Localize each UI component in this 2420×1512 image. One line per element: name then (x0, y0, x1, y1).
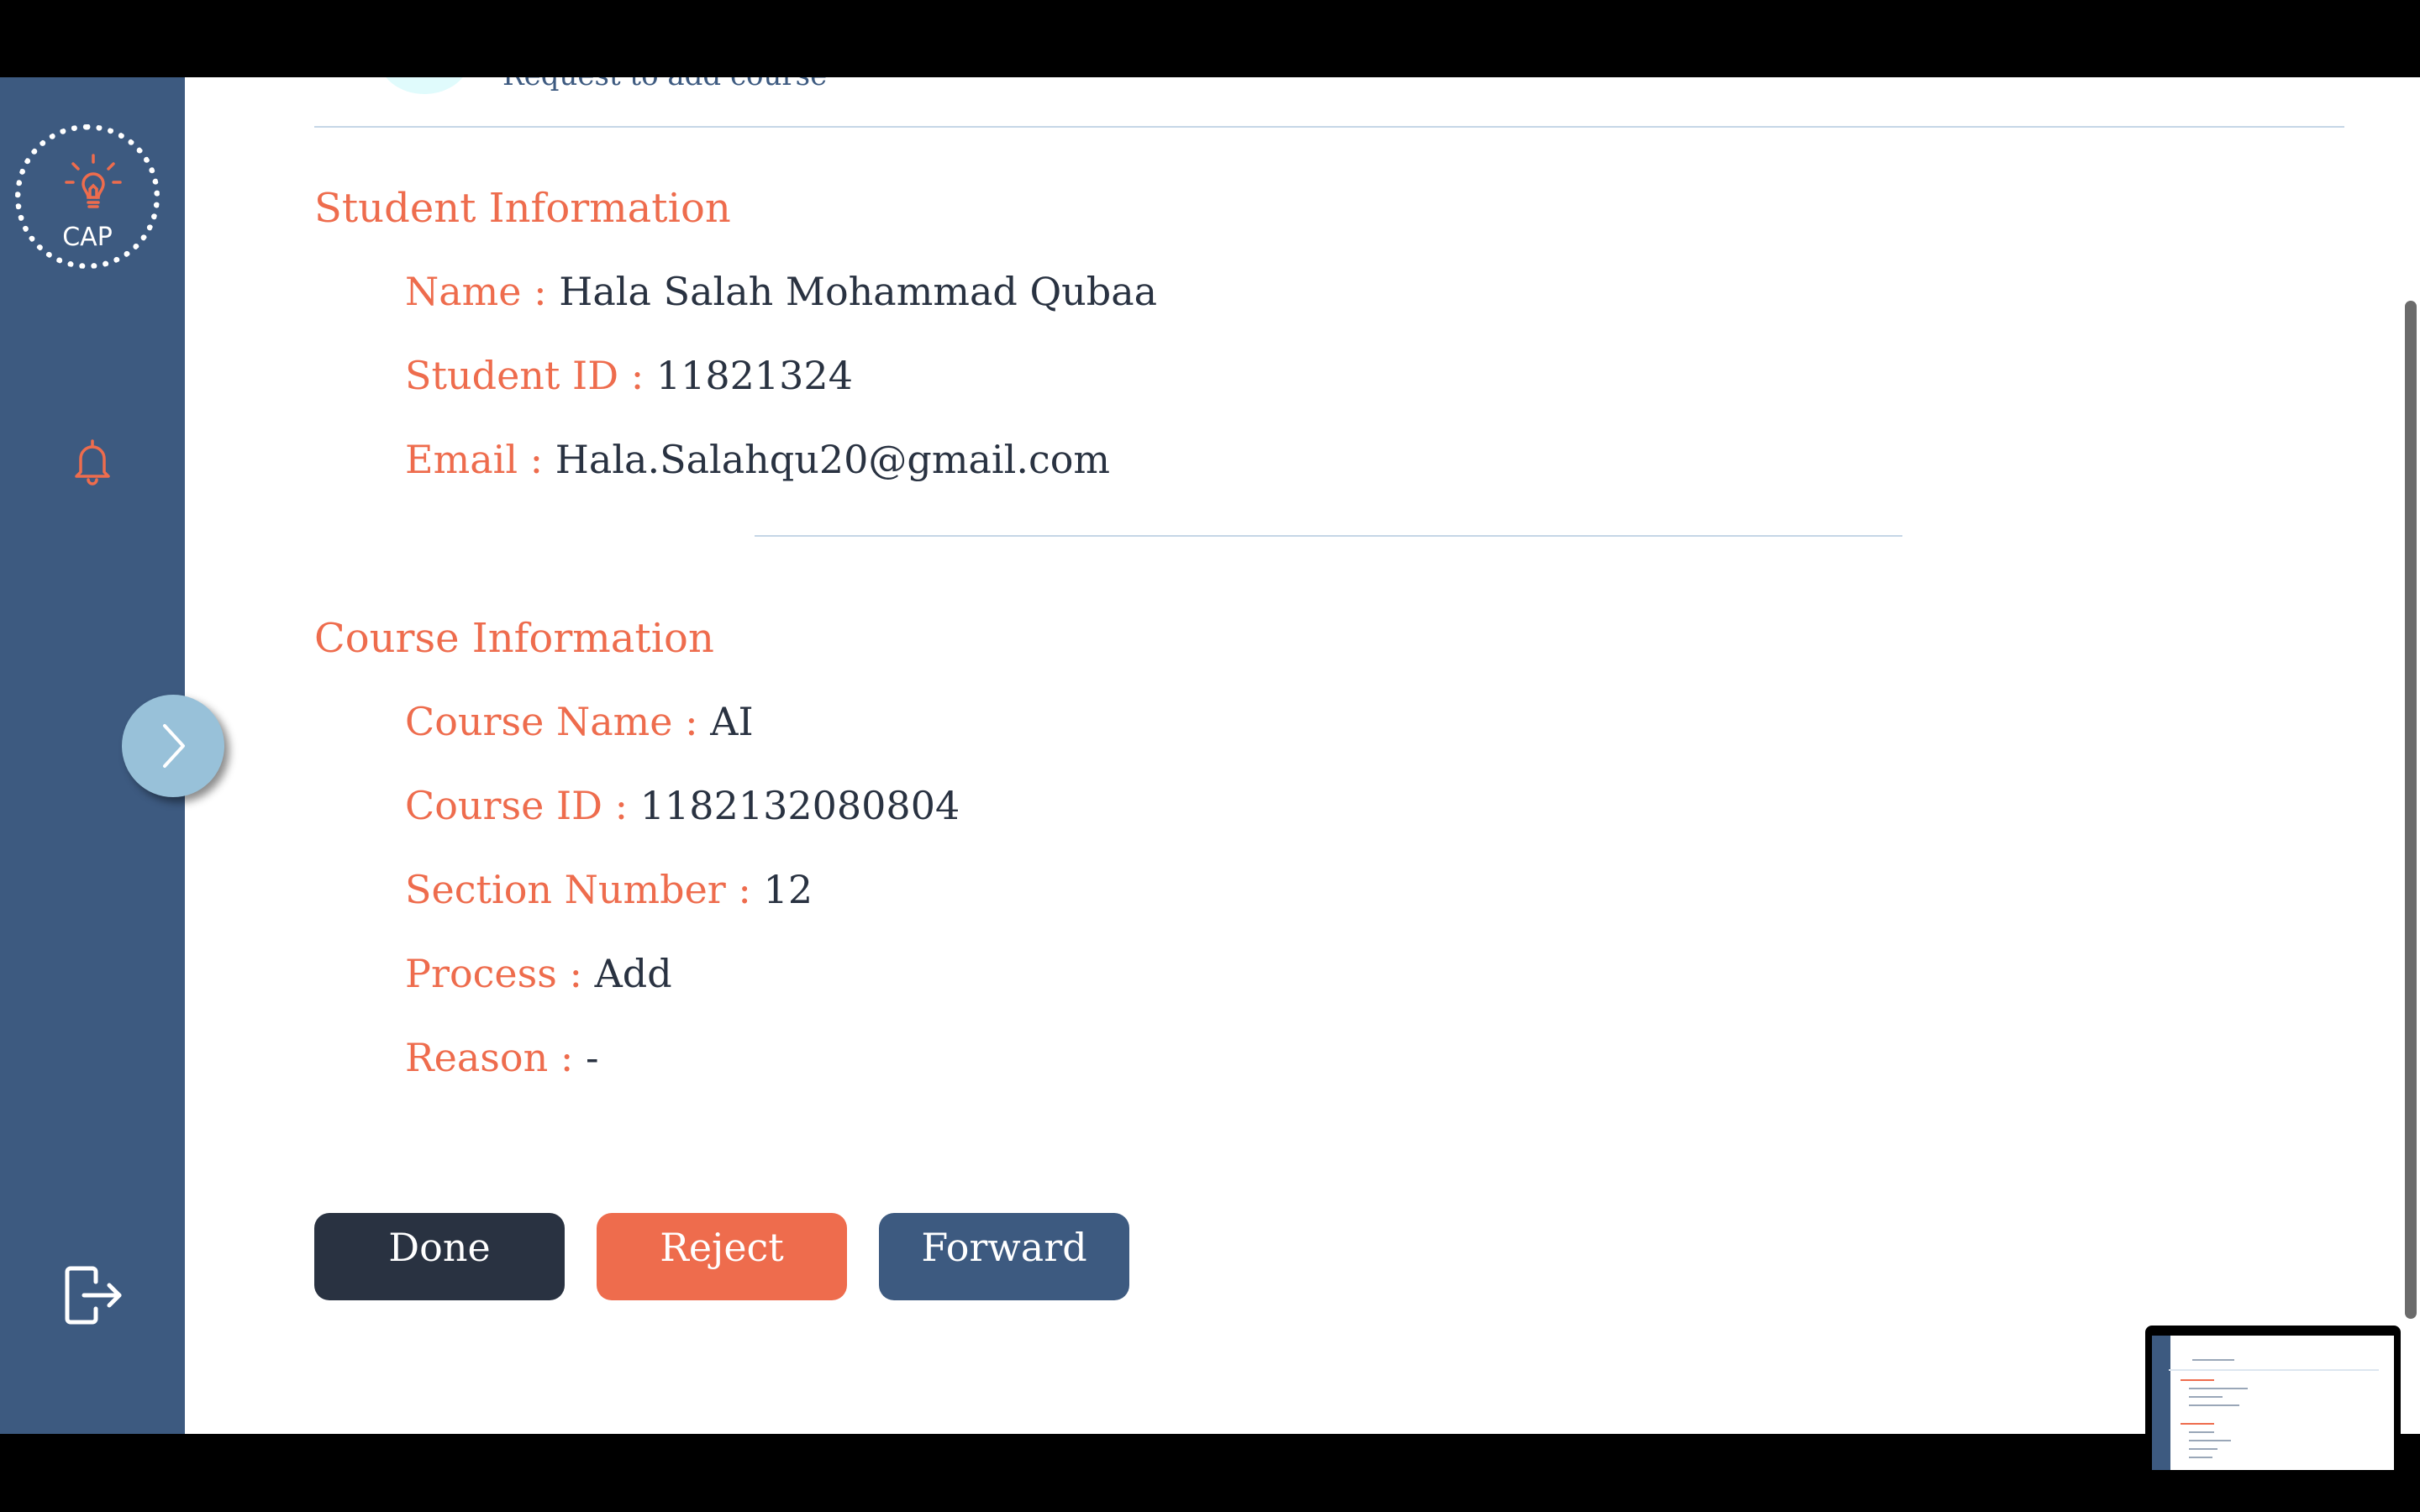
avatar (378, 77, 471, 94)
thumbnail-line (2189, 1404, 2239, 1406)
process-value: Add (594, 951, 672, 996)
thumbnail-line (2192, 1359, 2234, 1361)
thumbnail-line (2181, 1379, 2214, 1381)
thumbnail-line (2189, 1431, 2214, 1433)
reject-button[interactable]: Reject (597, 1213, 847, 1300)
logo-text: CAP (62, 223, 113, 252)
thumbnail-line (2189, 1388, 2248, 1389)
lightbulb-icon (65, 154, 122, 208)
reason-label: Reason : (405, 1035, 574, 1080)
student-info-title: Student Information (314, 185, 731, 232)
student-id-row: Student ID : 11821324 (405, 353, 853, 398)
done-button[interactable]: Done (314, 1213, 565, 1300)
section-divider (755, 535, 1902, 537)
student-id-value: 11821324 (655, 353, 853, 398)
course-id-row: Course ID : 1182132080804 (405, 783, 960, 828)
thumbnail-line (2189, 1448, 2217, 1450)
thumbnail-line (2181, 1423, 2214, 1425)
course-name-row: Course Name : AI (405, 699, 754, 744)
scrollbar-thumb[interactable] (2405, 301, 2417, 1319)
main-content: Request to add course Student Informatio… (185, 77, 2420, 1434)
thumbnail-line (2189, 1457, 2212, 1458)
thumbnail-line (2189, 1440, 2231, 1441)
course-id-value: 1182132080804 (639, 783, 960, 828)
student-email-row: Email : Hala.Salahqu20@gmail.com (405, 437, 1110, 482)
thumbnail-line (2189, 1396, 2223, 1398)
student-name-value: Hala Salah Mohammad Qubaa (559, 269, 1158, 314)
student-email-value: Hala.Salahqu20@gmail.com (555, 437, 1111, 482)
cap-logo[interactable]: CAP (15, 124, 160, 269)
student-email-label: Email : (405, 437, 544, 482)
process-row: Process : Add (405, 951, 672, 996)
section-number-row: Section Number : 12 (405, 867, 813, 912)
student-name-label: Name : (405, 269, 547, 314)
thumbnail-line (2169, 1369, 2379, 1371)
expand-sidebar-button[interactable] (122, 695, 224, 797)
course-info-title: Course Information (314, 615, 714, 662)
bottom-letterbox (0, 1434, 2420, 1512)
process-label: Process : (405, 951, 582, 996)
thumbnail-screen (2152, 1336, 2394, 1470)
reason-value: - (585, 1035, 599, 1080)
course-name-value: AI (710, 699, 754, 744)
student-name-row: Name : Hala Salah Mohammad Qubaa (405, 269, 1157, 314)
course-name-label: Course Name : (405, 699, 698, 744)
student-id-label: Student ID : (405, 353, 644, 398)
request-subtitle: Request to add course (502, 77, 827, 92)
divider (314, 126, 2344, 128)
reason-row: Reason : - (405, 1035, 599, 1080)
app-window: CAP Student Information Name: Hala Sala… (0, 77, 2420, 1434)
logout-icon (65, 1266, 122, 1325)
top-letterbox (0, 0, 2420, 77)
vertical-scrollbar[interactable] (2398, 77, 2420, 1434)
section-number-label: Section Number : (405, 867, 751, 912)
thumbnail-sidebar (2152, 1336, 2170, 1470)
chevron-right-icon (163, 724, 185, 768)
logout-button[interactable] (59, 1262, 126, 1332)
course-id-label: Course ID : (405, 783, 629, 828)
notifications-button[interactable] (72, 438, 113, 489)
section-number-value: 12 (763, 867, 813, 912)
bell-icon (75, 439, 110, 486)
screenshot-preview-thumbnail[interactable] (2145, 1326, 2401, 1485)
forward-button[interactable]: Forward (879, 1213, 1129, 1300)
